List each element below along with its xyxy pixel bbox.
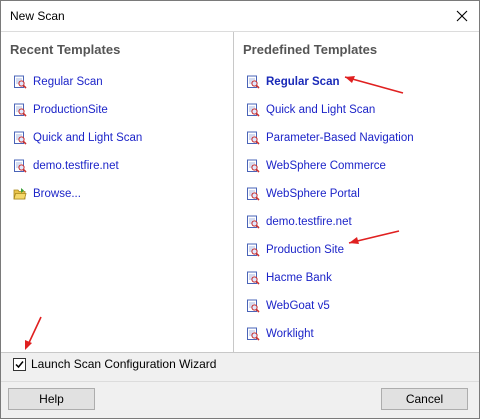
predefined-template-item-label[interactable]: Regular Scan [266,76,340,88]
predefined-template-item[interactable]: Worklight [246,320,414,348]
predefined-template-item[interactable]: WebSphere Portal [246,180,414,208]
scan-template-icon [247,75,260,89]
panel-divider [233,32,234,352]
close-icon [456,10,468,22]
predefined-template-item-label[interactable]: WebSphere Portal [266,188,360,200]
recent-template-item[interactable]: ProductionSite [13,96,142,124]
title-bar: New Scan [1,1,479,31]
predefined-template-item-label[interactable]: WebGoat v5 [266,300,330,312]
scan-template-icon [247,215,260,229]
scan-template-icon [14,103,27,117]
predefined-template-item-label[interactable]: Parameter-Based Navigation [266,132,414,144]
scan-template-icon [247,299,260,313]
scan-template-icon [247,159,260,173]
recent-template-item-label[interactable]: ProductionSite [33,104,108,116]
predefined-template-item[interactable]: WebSphere Commerce [246,152,414,180]
cancel-button[interactable]: Cancel [381,388,468,410]
predefined-template-item-label[interactable]: Hacme Bank [266,272,332,284]
predefined-template-item-label[interactable]: Production Site [266,244,344,256]
scan-template-icon [247,271,260,285]
predefined-template-item[interactable]: Parameter-Based Navigation [246,124,414,152]
predefined-template-item[interactable]: demo.testfire.net [246,208,414,236]
launch-wizard-label: Launch Scan Configuration Wizard [31,357,217,371]
recent-template-item-label[interactable]: demo.testfire.net [33,160,119,172]
recent-template-item-label[interactable]: Quick and Light Scan [33,132,142,144]
checkmark-icon [15,360,24,368]
close-button[interactable] [445,1,479,31]
recent-templates-list: Regular Scan ProductionSite Quick and Ligh… [13,68,142,208]
launch-wizard-checkbox-row[interactable]: Launch Scan Configuration Wizard [13,357,216,371]
launch-wizard-checkbox[interactable] [13,357,26,371]
footer-divider [1,381,479,382]
recent-template-item[interactable]: Quick and Light Scan [13,124,142,152]
predefined-template-item-label[interactable]: demo.testfire.net [266,216,352,228]
scan-template-icon [247,103,260,117]
predefined-template-item[interactable]: WebGoat v5 [246,292,414,320]
recent-template-item[interactable]: Browse... [13,180,142,208]
help-button[interactable]: Help [8,388,95,410]
scan-template-icon [14,131,27,145]
predefined-template-item[interactable]: Hacme Bank [246,264,414,292]
recent-template-item[interactable]: Regular Scan [13,68,142,96]
folder-open-icon [13,188,27,200]
scan-template-icon [14,159,27,173]
scan-template-icon [14,75,27,89]
recent-template-item-label[interactable]: Regular Scan [33,76,103,88]
recent-templates-header: Recent Templates [10,42,121,57]
scan-template-icon [247,131,260,145]
templates-area: Recent Templates Regular Scan ProductionS… [1,31,479,353]
predefined-template-item-label[interactable]: WebSphere Commerce [266,160,386,172]
scan-template-icon [247,327,260,341]
new-scan-dialog: New Scan Recent Templates Regular Scan Pr… [0,0,480,419]
predefined-template-item[interactable]: Regular Scan [246,68,414,96]
predefined-templates-header: Predefined Templates [243,42,378,57]
predefined-template-item[interactable]: Quick and Light Scan [246,96,414,124]
predefined-templates-list: Regular Scan Quick and Light Scan Paramete… [246,68,414,348]
scan-template-icon [247,243,260,257]
predefined-template-item-label[interactable]: Quick and Light Scan [266,104,375,116]
window-title: New Scan [10,9,65,23]
scan-template-icon [247,187,260,201]
recent-template-item-label[interactable]: Browse... [33,188,81,200]
predefined-template-item-label[interactable]: Worklight [266,328,314,340]
predefined-template-item[interactable]: Production Site [246,236,414,264]
recent-template-item[interactable]: demo.testfire.net [13,152,142,180]
